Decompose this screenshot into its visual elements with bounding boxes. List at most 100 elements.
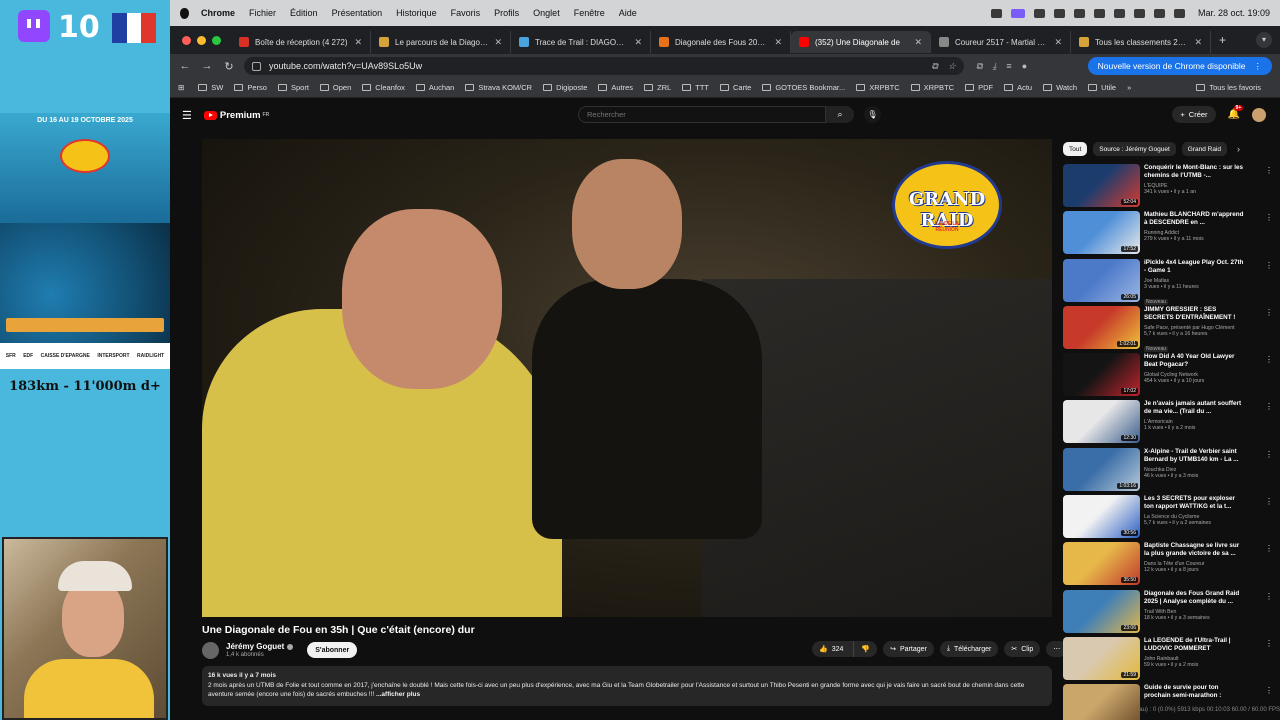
back-icon[interactable]: ← — [178, 60, 192, 72]
bookmark-item[interactable]: XRPBTC — [856, 83, 900, 92]
bookmark-item[interactable]: Digiposte — [543, 83, 587, 92]
recommended-video[interactable]: 12:30 Je n'avais jamais autant souffert d… — [1063, 400, 1273, 447]
control-center-icon[interactable] — [1173, 8, 1185, 18]
recommended-video[interactable]: Guide de survie pour ton prochain semi-m… — [1063, 684, 1273, 720]
video-title[interactable]: Baptiste Chassagne se livre sur la plus … — [1144, 542, 1244, 558]
video-title[interactable]: Diagonale des Fous Grand Raid 2025 | Ana… — [1144, 590, 1244, 606]
video-menu-icon[interactable]: ⋮ — [1265, 639, 1273, 648]
video-title[interactable]: Conquérir le Mont-Blanc : sur les chemin… — [1144, 164, 1244, 180]
video-thumbnail[interactable] — [1063, 684, 1140, 720]
video-menu-icon[interactable]: ⋮ — [1265, 261, 1273, 270]
channel-avatar[interactable] — [202, 641, 219, 659]
video-menu-icon[interactable]: ⋮ — [1265, 450, 1273, 459]
subscribe-button[interactable]: S'abonner — [307, 642, 358, 658]
video-thumbnail[interactable]: 21:59 — [1063, 636, 1140, 680]
video-title[interactable]: JIMMY GRESSIER : SES SECRETS D'ENTRAÎNEM… — [1144, 306, 1244, 322]
recommended-video[interactable]: 23:06 Diagonale des Fous Grand Raid 2025 … — [1063, 589, 1273, 637]
video-thumbnail[interactable]: 1:03:16 — [1063, 447, 1140, 491]
media-controls-icon[interactable]: ≡ — [1006, 61, 1011, 72]
apps-grid-icon[interactable]: ⊞ — [178, 83, 184, 92]
search-icon[interactable]: ⌕ — [826, 106, 854, 123]
notifications-bell-icon[interactable]: 🔔 9+ — [1228, 105, 1244, 120]
bookmark-star-icon[interactable]: ☆ — [948, 61, 956, 72]
video-menu-icon[interactable]: ⋮ — [1265, 592, 1273, 601]
new-tab-icon[interactable]: + — [1219, 33, 1226, 47]
bookmark-item[interactable]: XRPBTC — [910, 83, 954, 92]
video-thumbnail[interactable]: 1:02:01 — [1063, 305, 1140, 349]
browser-tab[interactable]: Trace de Trail : DIAGONALE ✕ — [511, 31, 651, 53]
screen-record-icon[interactable] — [990, 8, 1002, 18]
video-thumbnail[interactable]: 30:56 — [1063, 495, 1140, 539]
bookmark-item[interactable]: Utile — [1088, 83, 1116, 92]
close-tab-icon[interactable]: ✕ — [1054, 37, 1062, 48]
screen-share-icon[interactable] — [1010, 8, 1025, 18]
obs-icon[interactable] — [1033, 8, 1045, 18]
more-menu-icon[interactable]: ⋮ — [1254, 61, 1263, 72]
menu-item[interactable]: Onglet — [533, 8, 560, 18]
browser-tab[interactable]: Boîte de réception (4 272) ✕ — [231, 31, 371, 53]
video-thumbnail[interactable]: 26:05 — [1063, 258, 1140, 302]
recommended-video[interactable]: 52:04 Conquérir le Mont-Blanc : sur les c… — [1063, 164, 1273, 211]
video-thumbnail[interactable]: 12:30 — [1063, 400, 1140, 444]
site-info-icon[interactable] — [252, 61, 261, 71]
tab-search-icon[interactable]: ▾ — [1256, 32, 1272, 48]
battery-icon[interactable] — [1113, 8, 1125, 18]
video-player[interactable]: GRAND RAID ILE DE LA RÉUNION — [202, 139, 1052, 617]
recommended-video[interactable]: 1:02:01 JIMMY GRESSIER : SES SECRETS D'EN… — [1063, 305, 1273, 353]
video-description[interactable]: 16 k vues il y a 7 mois 2 mois après un … — [202, 666, 1052, 706]
bookmark-item[interactable]: Auchan — [415, 83, 454, 92]
bookmark-item[interactable]: ZRL — [644, 83, 671, 92]
recommended-video[interactable]: 21:59 La LEGENDE de l'Ultra-Trail | LUDOV… — [1063, 636, 1273, 684]
menu-item[interactable]: Historique — [396, 8, 437, 18]
video-title[interactable]: iPickle 4x4 League Play Oct. 27th - Game… — [1144, 259, 1244, 275]
apple-icon[interactable] — [180, 7, 189, 19]
install-app-icon[interactable]: ⧉ — [931, 61, 937, 72]
browser-tab[interactable]: (352) Une Diagonale de ✕ — [791, 31, 931, 53]
app-tray-icon[interactable] — [1073, 8, 1085, 18]
forward-icon[interactable]: → — [200, 60, 214, 72]
bookmark-item[interactable]: Carte — [719, 83, 751, 92]
video-menu-icon[interactable]: ⋮ — [1265, 355, 1273, 364]
bookmark-item[interactable]: PDF — [965, 83, 993, 92]
bookmark-item[interactable]: SW — [198, 83, 223, 92]
address-bar[interactable]: youtube.com/watch?v=UAv89SLo5Uw ⧉ ☆ — [244, 57, 964, 75]
video-thumbnail[interactable]: 52:04 — [1063, 164, 1140, 207]
chevron-right-icon[interactable]: › — [1237, 144, 1240, 154]
video-thumbnail[interactable]: 17:02 — [1063, 353, 1140, 397]
play-icon[interactable] — [1053, 8, 1065, 18]
create-button[interactable]: + Créer — [1172, 106, 1216, 123]
extensions-icon[interactable]: ⧉ — [976, 61, 982, 72]
filter-chip[interactable]: Tout — [1063, 142, 1088, 156]
video-menu-icon[interactable]: ⋮ — [1265, 213, 1273, 222]
menu-app-chrome[interactable]: Chrome — [201, 8, 235, 18]
bookmark-item[interactable]: Perso — [234, 83, 267, 92]
video-menu-icon[interactable]: ⋮ — [1265, 686, 1273, 695]
maximize-window-icon[interactable] — [212, 35, 221, 45]
video-menu-icon[interactable]: ⋮ — [1265, 308, 1273, 317]
video-title[interactable]: Mathieu BLANCHARD m'apprend à DESCENDRE … — [1144, 211, 1244, 227]
close-window-icon[interactable] — [182, 35, 191, 45]
filter-chip[interactable]: Grand Raid — [1181, 142, 1227, 156]
menubar-clock[interactable]: Mar. 28 oct. 19:09 — [1198, 8, 1270, 18]
youtube-premium-logo[interactable]: Premium FR — [203, 110, 269, 121]
microphone-icon[interactable]: 🎙 — [864, 106, 881, 123]
video-title[interactable]: X-Alpine - Trail de Verbier saint Bernar… — [1144, 448, 1244, 464]
bookmark-item[interactable]: Sport — [277, 83, 309, 92]
browser-tab[interactable]: Tous les classements 2025 ✕ — [1071, 31, 1211, 53]
bookmark-item[interactable]: Strava KOM/CR — [465, 83, 532, 92]
close-tab-icon[interactable]: ✕ — [354, 37, 362, 48]
recommended-video[interactable]: 26:05 iPickle 4x4 League Play Oct. 27th -… — [1063, 258, 1273, 306]
clip-button[interactable]: ✂ Clip — [1004, 641, 1041, 657]
browser-tab[interactable]: Diagonale des Fous 2025 - ✕ — [651, 31, 791, 53]
download-button[interactable]: ⤓ Télécharger — [939, 641, 999, 657]
share-button[interactable]: ↪ Partager — [883, 641, 934, 657]
more-bookmarks-icon[interactable]: » — [1127, 83, 1131, 92]
close-tab-icon[interactable]: ✕ — [634, 37, 642, 48]
menu-item[interactable]: Fichier — [249, 8, 276, 18]
bookmark-item[interactable]: Open — [319, 83, 351, 92]
bookmark-item[interactable]: Cleanfox — [362, 83, 405, 92]
download-icon[interactable]: ⤓ — [992, 61, 996, 72]
close-tab-icon[interactable]: ✕ — [1194, 37, 1202, 48]
video-title[interactable]: Les 3 SECRETS pour exploser ton rapport … — [1144, 495, 1244, 511]
video-channel[interactable]: Safe Pace, présenté par Hugo Clément — [1144, 325, 1244, 331]
